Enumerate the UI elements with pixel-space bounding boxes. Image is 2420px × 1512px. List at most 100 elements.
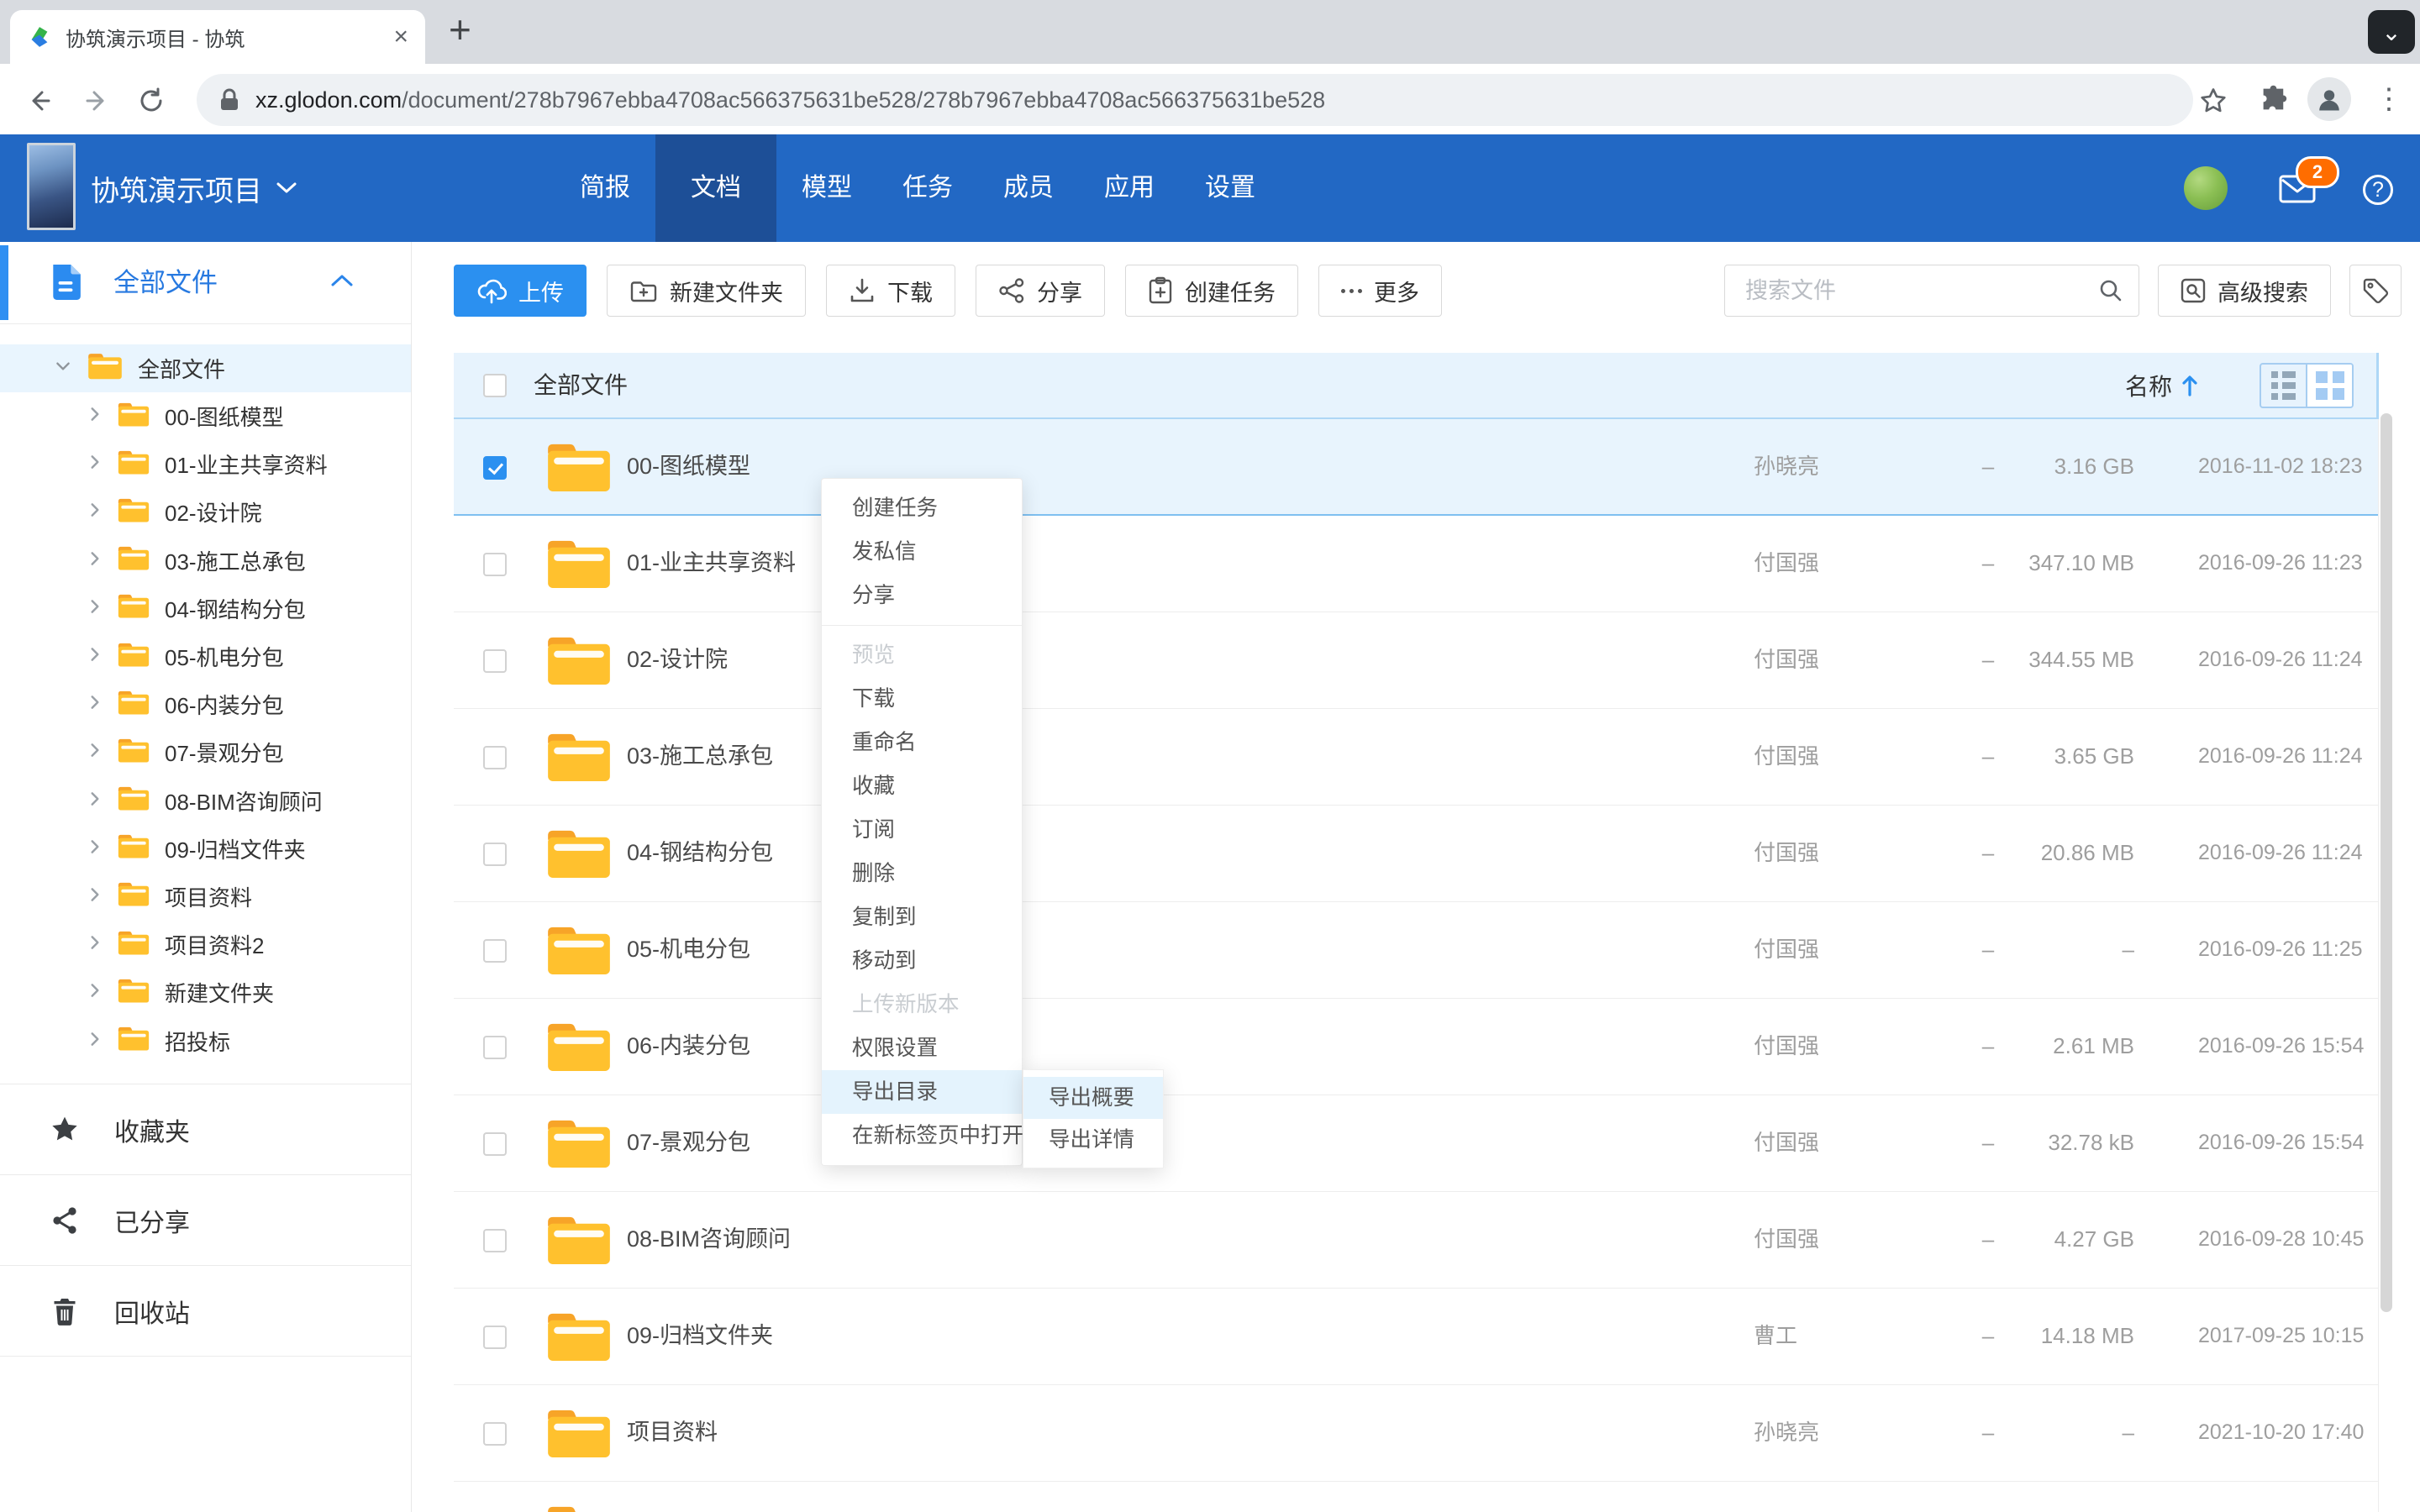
chevron-right-icon[interactable] (86, 741, 104, 764)
chevron-right-icon[interactable] (86, 981, 104, 1004)
forward-icon[interactable] (81, 86, 111, 116)
sort-by-name[interactable]: 名称 (2125, 353, 2199, 417)
tree-item-04-钢结构分包[interactable]: 04-钢结构分包 (0, 585, 411, 633)
project-switcher[interactable]: 协筑演示项目 (91, 134, 297, 242)
file-name[interactable]: 07-景观分包 (627, 1095, 750, 1190)
row-checkbox[interactable] (483, 1036, 507, 1059)
row-checkbox[interactable] (483, 1422, 507, 1446)
tree-root-all-files[interactable]: 全部文件 (0, 344, 411, 392)
back-icon[interactable] (25, 86, 55, 116)
row-checkbox[interactable] (483, 843, 507, 866)
row-checkbox[interactable] (483, 649, 507, 673)
chevron-right-icon[interactable] (86, 837, 104, 860)
file-name[interactable]: 02-设计院 (627, 612, 728, 707)
file-name[interactable]: 03-施工总承包 (627, 709, 773, 804)
tree-item-08-BIM咨询顾问[interactable]: 08-BIM咨询顾问 (0, 777, 411, 825)
nav-tab-简报[interactable]: 简报 (555, 134, 655, 242)
file-name[interactable]: 05-机电分包 (627, 902, 750, 997)
tree-item-03-施工总承包[interactable]: 03-施工总承包 (0, 537, 411, 585)
vertical-scrollbar[interactable] (2381, 413, 2392, 1312)
user-avatar[interactable] (2184, 166, 2228, 210)
search-input[interactable] (1724, 265, 2139, 317)
download-button[interactable]: 下载 (826, 265, 955, 317)
chevron-expanded-icon[interactable] (54, 357, 72, 380)
table-row[interactable]: 06-内装分包付国强–2.61 MB2016-09-26 15:54 (454, 999, 2379, 1095)
file-name[interactable]: 项目资料 (627, 1385, 718, 1480)
menu-item-复制到[interactable]: 复制到 (822, 895, 1022, 939)
nav-tab-文档[interactable]: 文档 (655, 134, 776, 242)
select-all-checkbox[interactable] (483, 374, 507, 397)
chevron-right-icon[interactable] (86, 933, 104, 956)
chevron-right-icon[interactable] (86, 693, 104, 716)
chevron-right-icon[interactable] (86, 645, 104, 668)
list-view-button[interactable] (2261, 365, 2306, 407)
menu-item-导出目录[interactable]: 导出目录 (822, 1070, 1022, 1114)
menu-item-删除[interactable]: 删除 (822, 852, 1022, 895)
extensions-puzzle-icon[interactable] (2259, 84, 2289, 114)
tree-item-项目资料[interactable]: 项目资料 (0, 873, 411, 921)
file-name[interactable]: 06-内装分包 (627, 999, 750, 1094)
table-row[interactable]: 02-设计院付国强–344.55 MB2016-09-26 11:24 (454, 612, 2379, 709)
tree-item-05-机电分包[interactable]: 05-机电分包 (0, 633, 411, 680)
sidebar-item-shared[interactable]: 已分享 (0, 1174, 411, 1265)
row-checkbox[interactable] (483, 553, 507, 576)
tab-search-icon[interactable]: ⌄ (2368, 10, 2415, 54)
tree-item-09-归档文件夹[interactable]: 09-归档文件夹 (0, 825, 411, 873)
nav-tab-模型[interactable]: 模型 (776, 134, 877, 242)
tree-item-07-景观分包[interactable]: 07-景观分包 (0, 728, 411, 776)
menu-item-移动到[interactable]: 移动到 (822, 939, 1022, 983)
sidebar-item-recycle[interactable]: 回收站 (0, 1265, 411, 1357)
file-name[interactable]: 04-钢结构分包 (627, 806, 773, 900)
browser-tab[interactable]: 协筑演示项目 - 协筑 × (10, 10, 425, 64)
table-row[interactable]: 09-归档文件夹曹工–14.18 MB2017-09-25 10:15 (454, 1289, 2379, 1385)
sidebar-item-all-files[interactable]: 全部文件 (0, 242, 411, 324)
tree-item-招投标[interactable]: 招投标 (0, 1016, 411, 1064)
menu-item-在新标签页中打开[interactable]: 在新标签页中打开 (822, 1114, 1022, 1158)
table-row[interactable]: 04-钢结构分包付国强–20.86 MB2016-09-26 11:24 (454, 806, 2379, 902)
submenu-item-导出详情[interactable]: 导出详情 (1023, 1119, 1163, 1161)
chevron-right-icon[interactable] (86, 1030, 104, 1053)
reload-icon[interactable] (136, 86, 166, 116)
file-name[interactable]: 00-图纸模型 (627, 419, 750, 514)
share-button[interactable]: 分享 (976, 265, 1105, 317)
chevron-right-icon[interactable] (86, 453, 104, 475)
new-tab-button[interactable]: + (449, 7, 471, 52)
nav-tab-设置[interactable]: 设置 (1180, 134, 1281, 242)
table-row[interactable]: 03-施工总承包付国强–3.65 GB2016-09-26 11:24 (454, 709, 2379, 806)
sidebar-item-favorites[interactable]: 收藏夹 (0, 1084, 411, 1174)
search-icon[interactable] (2097, 277, 2124, 308)
chevron-right-icon[interactable] (86, 549, 104, 572)
project-thumbnail[interactable] (27, 143, 76, 230)
table-row[interactable]: 07-景观分包付国强–32.78 kB2016-09-26 15:54 (454, 1095, 2379, 1192)
row-checkbox[interactable] (483, 1132, 507, 1156)
chevron-right-icon[interactable] (86, 790, 104, 812)
tree-item-02-设计院[interactable]: 02-设计院 (0, 488, 411, 536)
file-name[interactable]: 01-业主共享资料 (627, 516, 796, 611)
menu-item-下载[interactable]: 下载 (822, 677, 1022, 721)
chevron-right-icon[interactable] (86, 501, 104, 523)
address-bar[interactable]: xz.glodon.com/document/278b7967ebba4708a… (197, 74, 2193, 126)
row-checkbox[interactable] (483, 939, 507, 963)
menu-item-收藏[interactable]: 收藏 (822, 764, 1022, 808)
menu-item-订阅[interactable]: 订阅 (822, 808, 1022, 852)
row-checkbox[interactable] (483, 746, 507, 769)
chevron-right-icon[interactable] (86, 405, 104, 428)
row-checkbox[interactable] (483, 1326, 507, 1349)
cloud-upload-button[interactable]: 上传 (454, 265, 587, 317)
file-name[interactable]: 09-归档文件夹 (627, 1289, 773, 1383)
bookmark-star-icon[interactable] (2198, 86, 2228, 116)
chevron-right-icon[interactable] (86, 885, 104, 908)
nav-tab-任务[interactable]: 任务 (877, 134, 978, 242)
menu-item-创建任务[interactable]: 创建任务 (822, 486, 1022, 530)
menu-item-分享[interactable]: 分享 (822, 574, 1022, 617)
table-row[interactable]: 01-业主共享资料付国强–347.10 MB2016-09-26 11:23 (454, 516, 2379, 612)
chevron-right-icon[interactable] (86, 597, 104, 620)
tab-close-icon[interactable]: × (393, 23, 408, 51)
submenu-item-导出概要[interactable]: 导出概要 (1023, 1077, 1163, 1119)
table-row[interactable] (454, 1482, 2379, 1512)
tag-button[interactable] (2349, 265, 2402, 317)
chevron-up-icon[interactable] (329, 272, 355, 293)
browser-profile-avatar[interactable] (2307, 77, 2351, 121)
table-row[interactable]: 项目资料孙晓亮––2021-10-20 17:40 (454, 1385, 2379, 1482)
row-checkbox[interactable] (483, 1229, 507, 1252)
